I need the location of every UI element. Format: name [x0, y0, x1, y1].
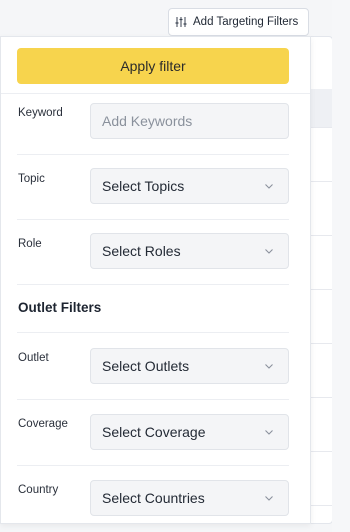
add-targeting-filters-button[interactable]: Add Targeting Filters	[168, 8, 309, 36]
role-label: Role	[18, 238, 42, 250]
page-scroll-gutter	[332, 0, 350, 532]
keyword-input[interactable]	[102, 113, 274, 129]
outlet-label: Outlet	[18, 352, 49, 364]
divider	[17, 154, 289, 155]
keyword-field[interactable]	[90, 103, 289, 139]
coverage-label: Coverage	[18, 418, 68, 430]
chevron-down-icon	[264, 361, 274, 371]
add-targeting-filters-label: Add Targeting Filters	[193, 16, 299, 28]
divider	[17, 399, 289, 400]
topic-select-value: Select Topics	[102, 178, 185, 194]
chevron-down-icon	[264, 493, 274, 503]
divider	[17, 465, 289, 466]
chevron-down-icon	[264, 427, 274, 437]
divider	[17, 332, 289, 333]
targeting-filters-panel: Apply filter Keyword Topic Select Topics…	[0, 36, 311, 524]
outlet-filters-heading: Outlet Filters	[18, 300, 102, 315]
topic-select[interactable]: Select Topics	[90, 168, 289, 204]
country-select-value: Select Countries	[102, 490, 205, 506]
country-label: Country	[18, 484, 59, 496]
sliders-icon	[175, 16, 187, 28]
outlet-select[interactable]: Select Outlets	[90, 348, 289, 384]
chevron-down-icon	[264, 181, 274, 191]
topic-label: Topic	[18, 173, 45, 185]
apply-filter-button[interactable]: Apply filter	[17, 48, 289, 84]
coverage-select[interactable]: Select Coverage	[90, 414, 289, 450]
role-select-value: Select Roles	[102, 243, 181, 259]
keyword-label: Keyword	[18, 107, 63, 119]
divider	[1, 93, 310, 94]
divider	[17, 219, 289, 220]
coverage-select-value: Select Coverage	[102, 424, 206, 440]
country-select[interactable]: Select Countries	[90, 480, 289, 516]
role-select[interactable]: Select Roles	[90, 233, 289, 269]
divider	[17, 284, 289, 285]
outlet-select-value: Select Outlets	[102, 358, 190, 374]
chevron-down-icon	[264, 246, 274, 256]
